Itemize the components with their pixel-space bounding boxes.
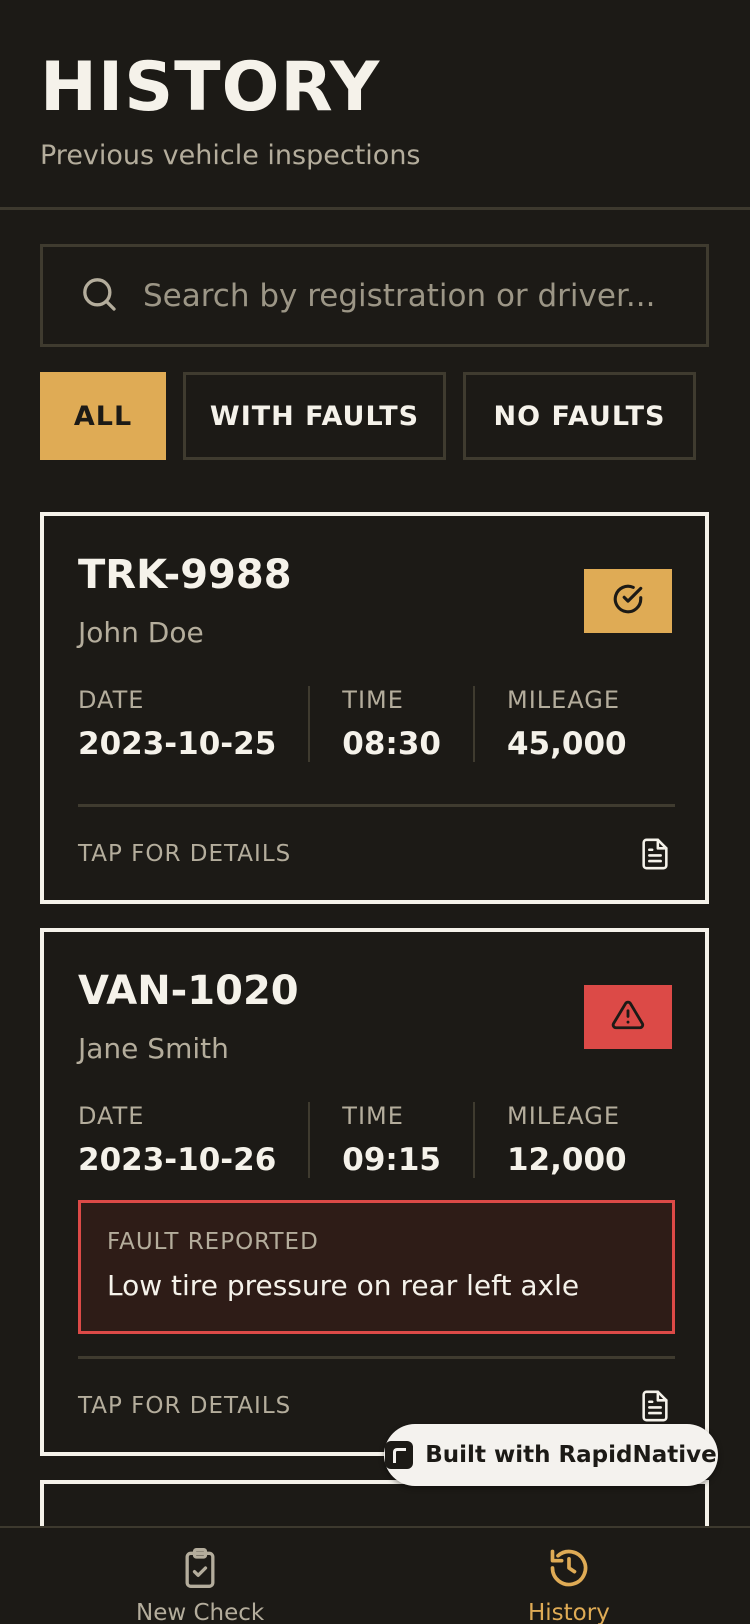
rapidnative-logo-icon bbox=[385, 1441, 414, 1469]
warning-triangle-icon bbox=[611, 998, 645, 1036]
date-label: DATE bbox=[78, 1102, 145, 1130]
mileage-label: MILEAGE bbox=[506, 1102, 621, 1130]
page-header: HISTORY Previous vehicle inspections bbox=[0, 0, 750, 210]
tab-history-label: History bbox=[528, 1600, 610, 1624]
time-label: TIME bbox=[342, 1102, 404, 1130]
time-stat: TIME 08:30 bbox=[308, 686, 473, 762]
vehicle-registration: VAN-1020 bbox=[78, 968, 299, 1014]
check-circle-icon bbox=[611, 582, 645, 620]
badge-label: Built with RapidNative bbox=[425, 1442, 717, 1468]
date-stat: DATE 2023-10-25 bbox=[78, 686, 308, 762]
inspection-card[interactable]: TRK-9988 John Doe DATE 2023-10-25 TIME 0… bbox=[40, 512, 709, 904]
fault-reported-box: FAULT REPORTED Low tire pressure on rear… bbox=[78, 1200, 675, 1334]
card-divider bbox=[78, 804, 675, 807]
document-icon[interactable] bbox=[638, 1388, 672, 1424]
vehicle-registration: TRK-9988 bbox=[78, 552, 292, 598]
tap-for-details-label[interactable]: TAP FOR DETAILS bbox=[78, 1393, 291, 1419]
tab-history[interactable]: History bbox=[528, 1544, 610, 1624]
mileage-value: 12,000 bbox=[506, 1142, 627, 1178]
filter-with-faults-button[interactable]: WITH FAULTS bbox=[183, 372, 446, 460]
fault-description: Low tire pressure on rear left axle bbox=[107, 1269, 580, 1302]
tab-new-check[interactable]: New Check bbox=[136, 1544, 264, 1624]
time-value: 08:30 bbox=[342, 726, 441, 762]
tap-for-details-label[interactable]: TAP FOR DETAILS bbox=[78, 841, 291, 867]
mileage-stat: MILEAGE 45,000 bbox=[472, 686, 659, 762]
clipboard-check-icon bbox=[178, 1544, 222, 1596]
tab-new-check-label: New Check bbox=[136, 1600, 265, 1624]
date-value: 2023-10-26 bbox=[78, 1142, 277, 1178]
inspection-card[interactable]: VAN-1020 Jane Smith DATE 2023-10-26 TIME… bbox=[40, 928, 709, 1456]
search-icon bbox=[79, 274, 119, 318]
search-input[interactable] bbox=[143, 277, 703, 314]
inspection-stats: DATE 2023-10-25 TIME 08:30 MILEAGE 45,00… bbox=[78, 686, 659, 762]
date-label: DATE bbox=[78, 686, 145, 714]
mileage-value: 45,000 bbox=[506, 726, 627, 762]
filter-all-button[interactable]: ALL bbox=[40, 372, 166, 460]
fault-label: FAULT REPORTED bbox=[107, 1229, 319, 1255]
date-stat: DATE 2023-10-26 bbox=[78, 1102, 308, 1178]
time-stat: TIME 09:15 bbox=[308, 1102, 473, 1178]
built-with-badge[interactable]: Built with RapidNative bbox=[384, 1424, 718, 1486]
status-badge-fault bbox=[584, 985, 672, 1049]
page-subtitle: Previous vehicle inspections bbox=[40, 140, 421, 171]
inspection-stats: DATE 2023-10-26 TIME 09:15 MILEAGE 12,00… bbox=[78, 1102, 659, 1178]
filter-tabs: ALL WITH FAULTS NO FAULTS bbox=[40, 372, 713, 460]
date-value: 2023-10-25 bbox=[78, 726, 277, 762]
time-value: 09:15 bbox=[342, 1142, 441, 1178]
page-title: HISTORY bbox=[40, 48, 381, 127]
card-divider bbox=[78, 1356, 675, 1359]
status-badge-ok bbox=[584, 569, 672, 633]
bottom-tab-bar: New Check History bbox=[0, 1526, 750, 1624]
mileage-label: MILEAGE bbox=[506, 686, 621, 714]
driver-name: John Doe bbox=[78, 616, 204, 649]
time-label: TIME bbox=[342, 686, 404, 714]
history-clock-icon bbox=[547, 1544, 591, 1596]
document-icon[interactable] bbox=[638, 836, 672, 872]
filter-no-faults-button[interactable]: NO FAULTS bbox=[463, 372, 696, 460]
mileage-stat: MILEAGE 12,000 bbox=[472, 1102, 659, 1178]
search-bar[interactable] bbox=[40, 244, 709, 347]
driver-name: Jane Smith bbox=[78, 1032, 229, 1065]
